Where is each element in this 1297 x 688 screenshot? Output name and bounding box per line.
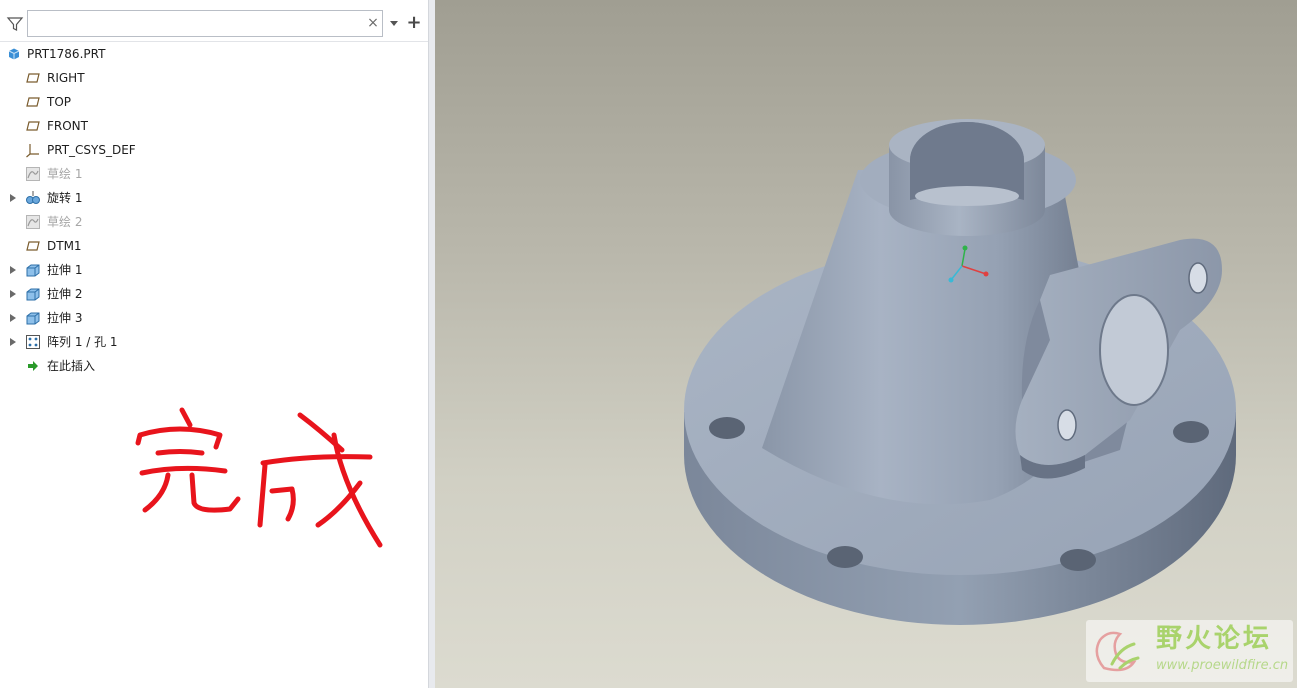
- part-icon: [6, 46, 22, 62]
- tree-item-label: DTM1: [47, 239, 82, 253]
- model-tree: PRT1786.PRT RIGHT TOP FRONT PRT_CSYS_DEF 草绘 1…: [0, 42, 428, 378]
- tree-item[interactable]: 阵列 1 / 孔 1: [0, 330, 428, 354]
- sketch-icon: [25, 166, 41, 182]
- expand-arrow-icon[interactable]: [10, 338, 16, 346]
- coordinate-system-icon: [25, 142, 41, 158]
- tree-item[interactable]: PRT1786.PRT: [0, 42, 428, 66]
- revolve-icon: [25, 190, 41, 206]
- add-icon[interactable]: +: [406, 14, 422, 32]
- tree-item[interactable]: 在此插入: [0, 354, 428, 378]
- expand-arrow-icon[interactable]: [10, 266, 16, 274]
- tree-item-label: RIGHT: [47, 71, 85, 85]
- sketch-icon: [25, 214, 41, 230]
- expand-arrow-icon[interactable]: [10, 314, 16, 322]
- tree-item-label: PRT_CSYS_DEF: [47, 143, 136, 157]
- toolbar-strip: [0, 0, 428, 7]
- tree-item-label: 在此插入: [47, 359, 96, 373]
- datum-plane-icon: [25, 238, 41, 254]
- tree-item[interactable]: RIGHT: [0, 66, 428, 90]
- clear-search-icon[interactable]: ×: [366, 16, 380, 30]
- watermark: 野火论坛 www.proewildfire.cn: [1086, 620, 1293, 682]
- tree-item-label: 旋转 1: [47, 191, 83, 205]
- extrude-icon: [25, 310, 41, 326]
- extrude-icon: [25, 262, 41, 278]
- tree-item-label: 阵列 1 / 孔 1: [47, 335, 118, 349]
- chevron-down-icon[interactable]: [388, 17, 400, 29]
- tree-item[interactable]: 草绘 1: [0, 162, 428, 186]
- expand-arrow-icon[interactable]: [10, 290, 16, 298]
- watermark-logo-icon: [1095, 631, 1140, 672]
- tree-item-label: 拉伸 2: [47, 287, 83, 301]
- model-render: [684, 119, 1236, 625]
- tree-item[interactable]: PRT_CSYS_DEF: [0, 138, 428, 162]
- watermark-title: 野火论坛: [1156, 624, 1273, 654]
- tree-item-label: TOP: [47, 95, 72, 109]
- tree-item[interactable]: 拉伸 2: [0, 282, 428, 306]
- tree-item-label: FRONT: [47, 119, 88, 133]
- expand-arrow-icon[interactable]: [10, 194, 16, 202]
- tree-item[interactable]: TOP: [0, 90, 428, 114]
- model-tree-panel: × + PRT1786.PRT RIGHT TOP FRONT PRT_CSYS_DEF…: [0, 0, 428, 688]
- tree-item[interactable]: 草绘 2: [0, 210, 428, 234]
- pattern-icon: [25, 334, 41, 350]
- tree-item[interactable]: 旋转 1: [0, 186, 428, 210]
- tree-item-label: 草绘 1: [47, 167, 83, 181]
- tree-item-label: PRT1786.PRT: [27, 47, 106, 61]
- filter-icon[interactable]: [6, 15, 24, 33]
- tree-item[interactable]: 拉伸 3: [0, 306, 428, 330]
- datum-plane-icon: [25, 70, 41, 86]
- extrude-icon: [25, 286, 41, 302]
- tree-item-label: 拉伸 1: [47, 263, 83, 277]
- tree-item-label: 草绘 2: [47, 215, 83, 229]
- tree-filter-bar: × +: [0, 7, 428, 42]
- insert-here-arrow-icon: [25, 358, 41, 374]
- tree-item[interactable]: DTM1: [0, 234, 428, 258]
- 3d-model-viewport[interactable]: [435, 0, 1297, 688]
- handwritten-annotation: 完成: [135, 407, 383, 548]
- datum-plane-icon: [25, 94, 41, 110]
- tree-item[interactable]: FRONT: [0, 114, 428, 138]
- search-input[interactable]: [27, 10, 383, 37]
- tree-item-label: 拉伸 3: [47, 311, 83, 325]
- watermark-url: www.proewildfire.cn: [1156, 658, 1289, 673]
- tree-item[interactable]: 拉伸 1: [0, 258, 428, 282]
- top-boss: [889, 119, 1045, 236]
- datum-plane-icon: [25, 118, 41, 134]
